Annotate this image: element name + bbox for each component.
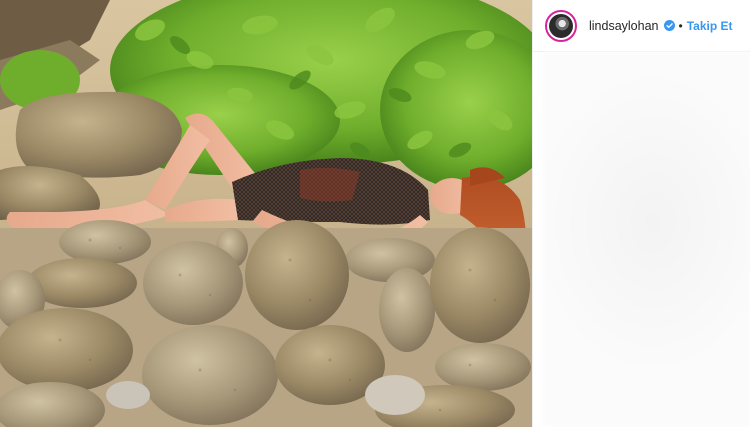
follow-button[interactable]: Takip Et	[687, 19, 733, 33]
avatar-image	[549, 13, 573, 38]
avatar[interactable]	[545, 9, 577, 42]
comments-area-blurred	[543, 52, 750, 427]
instagram-post-embed: lindsaylohan • Takip Et	[0, 0, 750, 427]
post-photo[interactable]	[0, 0, 532, 427]
beach-rocks-photo	[0, 0, 532, 427]
verified-badge-icon	[663, 20, 675, 31]
separator-dot: •	[678, 18, 683, 33]
post-header: lindsaylohan • Takip Et	[533, 0, 750, 52]
post-side-panel: lindsaylohan • Takip Et	[532, 0, 750, 427]
username[interactable]: lindsaylohan	[589, 19, 659, 33]
